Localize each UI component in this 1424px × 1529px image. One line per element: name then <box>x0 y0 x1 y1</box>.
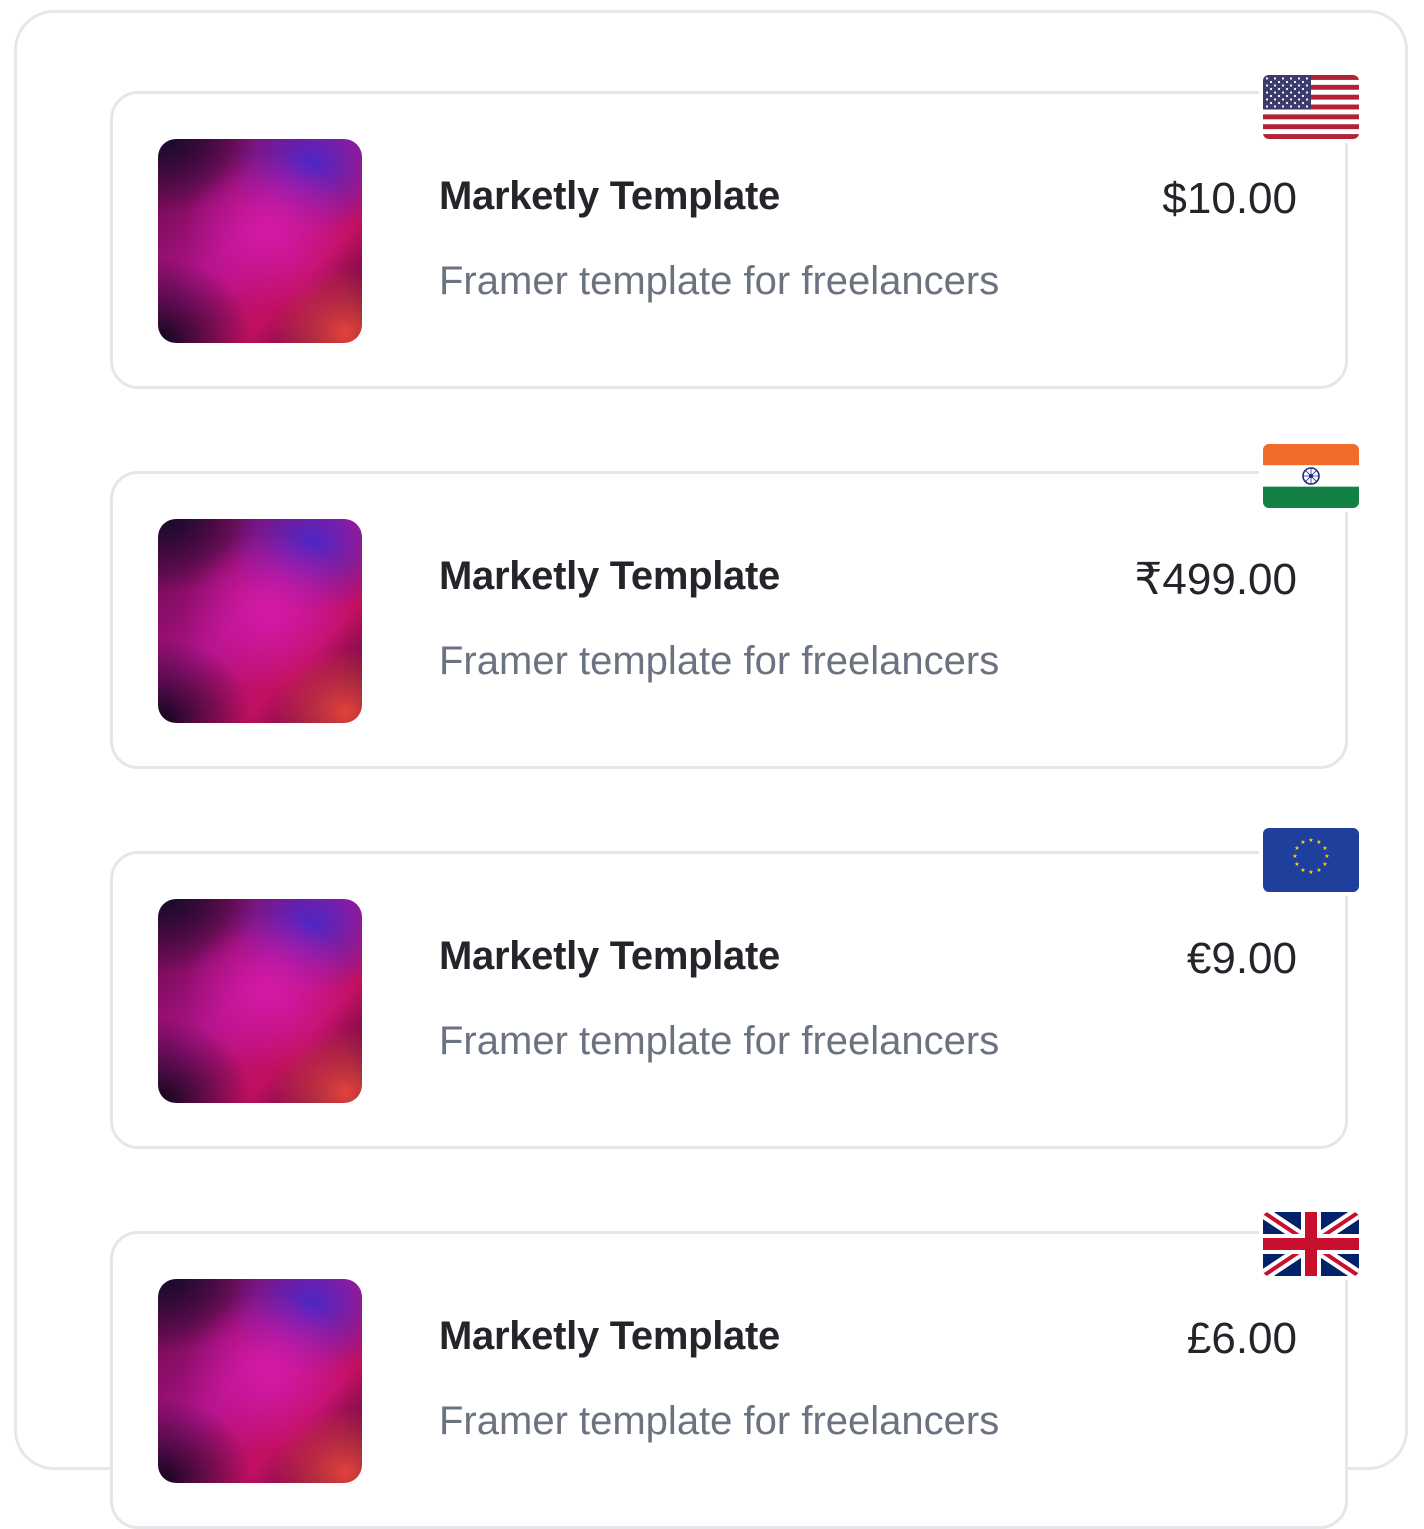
product-price: €9.00 <box>1186 934 1297 983</box>
product-thumbnail <box>158 1279 362 1483</box>
product-thumbnail <box>158 899 362 1103</box>
svg-text:★: ★ <box>1292 853 1297 860</box>
svg-text:★: ★ <box>1308 869 1313 876</box>
product-list-panel: Marketly Template Framer template for fr… <box>14 10 1408 1529</box>
product-thumbnail <box>158 139 362 343</box>
product-price: $10.00 <box>1162 174 1297 223</box>
svg-text:★: ★ <box>1300 867 1305 874</box>
svg-text:★: ★ <box>1322 845 1327 852</box>
svg-text:★: ★ <box>1308 837 1313 844</box>
product-card-usd[interactable]: Marketly Template Framer template for fr… <box>110 75 1359 389</box>
product-title: Marketly Template <box>439 1314 780 1358</box>
svg-text:★: ★ <box>1300 839 1305 846</box>
product-title: Marketly Template <box>439 554 780 598</box>
svg-text:★: ★ <box>1322 861 1327 868</box>
product-card-gbp[interactable]: Marketly Template Framer template for fr… <box>110 1212 1359 1529</box>
product-price: ₹499.00 <box>1134 555 1297 604</box>
product-card-eur[interactable]: Marketly Template Framer template for fr… <box>110 828 1359 1149</box>
product-subtitle: Framer template for freelancers <box>439 259 1000 303</box>
us-flag-icon <box>1263 75 1359 139</box>
product-title: Marketly Template <box>439 934 780 978</box>
svg-text:★: ★ <box>1316 867 1321 874</box>
svg-text:★: ★ <box>1324 853 1329 860</box>
product-subtitle: Framer template for freelancers <box>439 1399 1000 1443</box>
product-card-inr[interactable]: Marketly Template Framer template for fr… <box>110 444 1359 769</box>
product-subtitle: Framer template for freelancers <box>439 639 1000 683</box>
product-price: £6.00 <box>1186 1314 1297 1363</box>
product-subtitle: Framer template for freelancers <box>439 1019 1000 1063</box>
svg-text:★: ★ <box>1294 845 1299 852</box>
uk-flag-icon <box>1263 1212 1359 1276</box>
product-title: Marketly Template <box>439 174 780 218</box>
product-thumbnail <box>158 519 362 723</box>
eu-flag-icon: ★ ★ ★ ★ ★ ★ ★ ★ ★ ★ ★ ★ <box>1263 828 1359 892</box>
svg-text:★: ★ <box>1316 839 1321 846</box>
svg-text:★: ★ <box>1294 861 1299 868</box>
india-flag-icon <box>1263 444 1359 508</box>
